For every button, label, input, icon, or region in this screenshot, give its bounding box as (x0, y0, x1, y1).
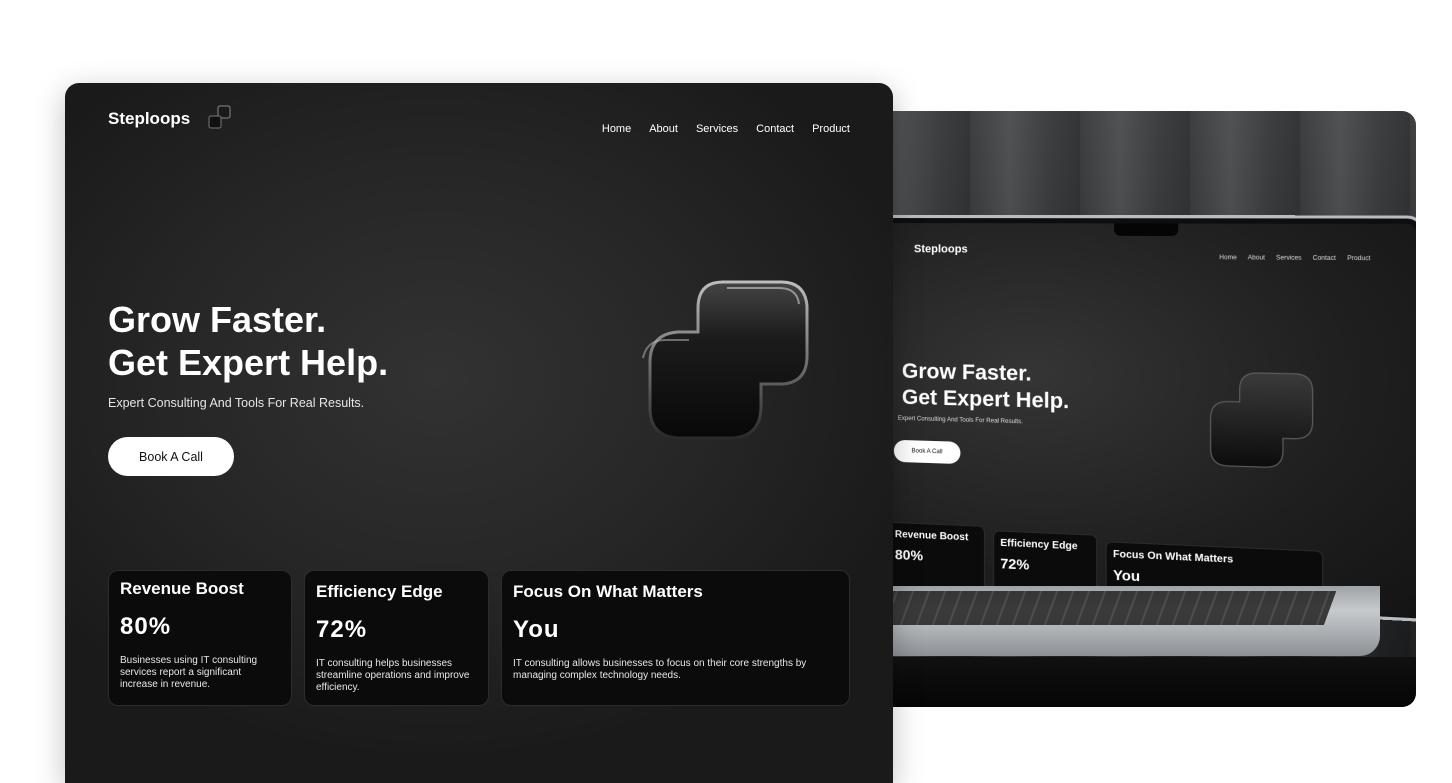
brand-name[interactable]: Steploops (108, 109, 190, 129)
logo-icon (208, 105, 231, 129)
hero-title: Grow Faster. Get Expert Help. (108, 298, 388, 384)
card-focus-what-matters: Focus On What Matters You IT consulting … (501, 570, 850, 706)
mockup-cube-icon (1195, 359, 1316, 478)
card-efficiency-edge: Efficiency Edge 72% IT consulting helps … (304, 570, 489, 706)
table-surface (860, 657, 1416, 707)
mockup-nav-services: Services (1276, 255, 1302, 262)
book-call-button[interactable]: Book A Call (108, 437, 234, 476)
card-value: 72% (316, 616, 368, 643)
mockup-cta-button: Book A Call (893, 439, 961, 465)
card-description: Businesses using IT consulting services … (120, 655, 258, 690)
3d-cube-illustration (642, 280, 809, 440)
mockup-nav-contact: Contact (1312, 255, 1336, 263)
hero-subtitle: Expert Consulting And Tools For Real Res… (108, 396, 365, 410)
card-title: Efficiency Edge (316, 582, 443, 601)
website-hero: Steploops Home About Services Contact Pr… (65, 83, 893, 783)
card-title: Revenue Boost (120, 579, 244, 598)
hero-title-line1: Grow Faster. (108, 299, 327, 340)
laptop-display: Steploops Home About Services Contact Pr… (877, 223, 1416, 618)
mockup-nav-about: About (1247, 255, 1265, 262)
card-value: 80% (120, 613, 172, 640)
card-revenue-boost: Revenue Boost 80% Businesses using IT co… (108, 570, 292, 706)
mockup-brand: Steploops (913, 243, 968, 256)
camera-notch (1114, 223, 1179, 237)
main-nav: Home About Services Contact Product (602, 123, 850, 135)
card-value: You (513, 616, 560, 643)
laptop-screen: Steploops Home About Services Contact Pr… (870, 215, 1416, 622)
card-description: IT consulting helps businesses streamlin… (316, 658, 470, 693)
card-title: Focus On What Matters (513, 582, 703, 601)
laptop-mockup-image: Steploops Home About Services Contact Pr… (860, 111, 1416, 707)
laptop-keyboard (860, 591, 1337, 625)
mockup-hero-subtitle: Expert Consulting And Tools For Real Res… (897, 415, 1023, 426)
nav-product[interactable]: Product (812, 123, 850, 135)
nav-home[interactable]: Home (602, 123, 631, 135)
mockup-hero-title: Grow Faster. Get Expert Help. (901, 359, 1070, 414)
mockup-nav-product: Product (1347, 255, 1371, 263)
nav-services[interactable]: Services (696, 123, 738, 135)
mockup-nav-home: Home (1219, 255, 1237, 262)
mockup-nav: Home About Services Contact Product (1219, 255, 1370, 262)
card-description: IT consulting allows businesses to focus… (513, 658, 807, 681)
nav-about[interactable]: About (649, 123, 678, 135)
hero-title-line2: Get Expert Help. (108, 342, 389, 383)
nav-contact[interactable]: Contact (756, 123, 794, 135)
